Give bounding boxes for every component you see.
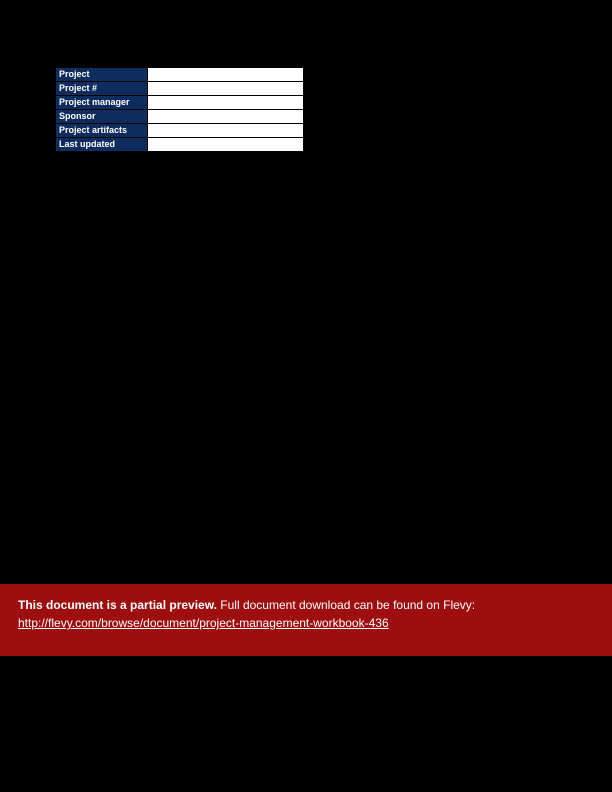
label-last-updated: Last updated (56, 138, 148, 152)
preview-banner: This document is a partial preview. Full… (0, 584, 612, 656)
table-row: Last updated (56, 138, 304, 152)
value-last-updated (148, 138, 304, 152)
value-project-manager (148, 96, 304, 110)
label-project-number: Project # (56, 82, 148, 96)
value-project-number (148, 82, 304, 96)
value-project (148, 68, 304, 82)
label-sponsor: Sponsor (56, 110, 148, 124)
label-project: Project (56, 68, 148, 82)
table-row: Project artifacts (56, 124, 304, 138)
value-project-artifacts (148, 124, 304, 138)
table-row: Project # (56, 82, 304, 96)
table-row: Project manager (56, 96, 304, 110)
value-sponsor (148, 110, 304, 124)
banner-link[interactable]: http://flevy.com/browse/document/project… (18, 616, 389, 630)
table-row: Project (56, 68, 304, 82)
project-info-table: Project Project # Project manager Sponso… (55, 67, 304, 152)
table-row: Sponsor (56, 110, 304, 124)
label-project-artifacts: Project artifacts (56, 124, 148, 138)
banner-bold-text: This document is a partial preview. (18, 598, 217, 612)
label-project-manager: Project manager (56, 96, 148, 110)
banner-rest-text: Full document download can be found on F… (217, 598, 475, 612)
